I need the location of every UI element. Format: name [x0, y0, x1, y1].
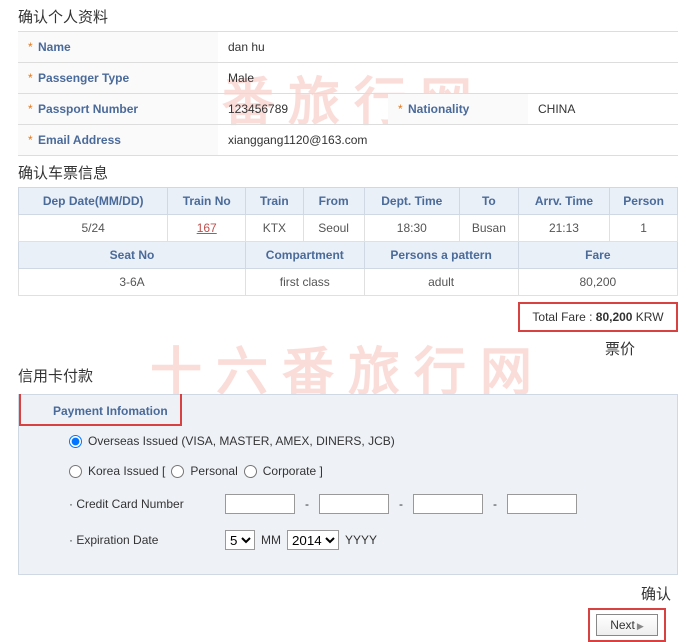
korea-radio[interactable] — [69, 465, 82, 478]
next-button-label: Next — [610, 618, 635, 632]
ticket-price-label: 票价 — [0, 338, 695, 359]
ticket-data-row-1: 5/24 167 KTX Seoul 18:30 Busan 21:13 1 — [19, 215, 678, 242]
seat-no-header: Seat No — [19, 242, 246, 269]
cc-input-3[interactable] — [413, 494, 483, 514]
person-value: 1 — [610, 215, 678, 242]
personal-label[interactable]: Personal — [190, 464, 237, 478]
name-label: Name — [38, 40, 71, 54]
ticket-data-row-2: 3-6A first class adult 80,200 — [19, 269, 678, 296]
yyyy-label: YYYY — [345, 533, 377, 547]
cc-sep: - — [399, 497, 403, 511]
overseas-row: Overseas Issued (VISA, MASTER, AMEX, DIN… — [19, 426, 677, 456]
fare-header: Fare — [518, 242, 677, 269]
ticket-info-title: 确认车票信息 — [0, 156, 695, 187]
cc-input-4[interactable] — [507, 494, 577, 514]
email-value: xianggang1120@163.com — [218, 125, 678, 156]
nationality-label: Nationality — [408, 102, 469, 116]
cc-sep: - — [493, 497, 497, 511]
from-header: From — [303, 188, 364, 215]
cc-sep: - — [305, 497, 309, 511]
pattern-value: adult — [364, 269, 518, 296]
personal-info-title: 确认个人资料 — [0, 0, 695, 31]
required-asterisk: * — [398, 102, 403, 116]
train-no-header: Train No — [168, 188, 246, 215]
cc-number-label: · Credit Card Number — [69, 497, 219, 511]
corporate-radio[interactable] — [244, 465, 257, 478]
passenger-type-label: Passenger Type — [38, 71, 129, 85]
to-header: To — [460, 188, 519, 215]
arrv-time-value: 21:13 — [518, 215, 610, 242]
nationality-value: CHINA — [528, 94, 678, 125]
cc-input-2[interactable] — [319, 494, 389, 514]
expiration-label: · Expiration Date — [69, 533, 219, 547]
dept-time-header: Dept. Time — [364, 188, 460, 215]
total-fare-label: Total Fare : — [532, 310, 595, 324]
person-header: Person — [610, 188, 678, 215]
payment-box: Payment Infomation Overseas Issued (VISA… — [18, 394, 678, 575]
overseas-label[interactable]: Overseas Issued (VISA, MASTER, AMEX, DIN… — [88, 434, 395, 448]
payment-title: 信用卡付款 — [0, 359, 695, 390]
total-fare-currency: KRW — [632, 310, 663, 324]
dep-date-value: 5/24 — [19, 215, 168, 242]
cc-input-1[interactable] — [225, 494, 295, 514]
from-value: Seoul — [303, 215, 364, 242]
train-header: Train — [246, 188, 304, 215]
name-value: dan hu — [218, 32, 678, 63]
compartment-value: first class — [246, 269, 365, 296]
required-asterisk: * — [28, 40, 33, 54]
corporate-label[interactable]: Corporate ] — [263, 464, 323, 478]
dept-time-value: 18:30 — [364, 215, 460, 242]
payment-info-header: Payment Infomation — [19, 394, 182, 426]
month-select[interactable]: 5 — [225, 530, 255, 550]
cc-number-row: · Credit Card Number - - - — [19, 486, 677, 522]
fare-value: 80,200 — [518, 269, 677, 296]
ticket-info-table: Dep Date(MM/DD) Train No Train From Dept… — [18, 187, 678, 296]
next-button[interactable]: Next▶ — [596, 614, 658, 636]
personal-info-table: * Name dan hu * Passenger Type Male * Pa… — [18, 31, 678, 156]
personal-radio[interactable] — [171, 465, 184, 478]
confirm-label: 确认 — [0, 583, 695, 604]
compartment-header: Compartment — [246, 242, 365, 269]
pattern-header: Persons a pattern — [364, 242, 518, 269]
train-no-link[interactable]: 167 — [197, 221, 217, 235]
passport-label: Passport Number — [38, 102, 138, 116]
required-asterisk: * — [28, 133, 33, 147]
to-value: Busan — [460, 215, 519, 242]
total-fare-value: 80,200 — [596, 310, 633, 324]
required-asterisk: * — [28, 71, 33, 85]
passport-value: 123456789 — [218, 94, 388, 125]
train-value: KTX — [246, 215, 304, 242]
next-button-highlight: Next▶ — [588, 608, 666, 642]
arrv-time-header: Arrv. Time — [518, 188, 610, 215]
dep-date-header: Dep Date(MM/DD) — [19, 188, 168, 215]
passenger-type-value: Male — [218, 63, 678, 94]
korea-row: Korea Issued [ Personal Corporate ] — [19, 456, 677, 486]
overseas-radio[interactable] — [69, 435, 82, 448]
ticket-header-row-2: Seat No Compartment Persons a pattern Fa… — [19, 242, 678, 269]
chevron-right-icon: ▶ — [637, 621, 644, 631]
korea-label[interactable]: Korea Issued [ — [88, 464, 165, 478]
expiration-row: · Expiration Date 5 MM 2014 YYYY — [19, 522, 677, 558]
mm-label: MM — [261, 533, 281, 547]
ticket-header-row-1: Dep Date(MM/DD) Train No Train From Dept… — [19, 188, 678, 215]
total-fare-box: Total Fare : 80,200 KRW — [518, 302, 678, 332]
required-asterisk: * — [28, 102, 33, 116]
seat-no-value: 3-6A — [19, 269, 246, 296]
email-label: Email Address — [38, 133, 121, 147]
year-select[interactable]: 2014 — [287, 530, 339, 550]
